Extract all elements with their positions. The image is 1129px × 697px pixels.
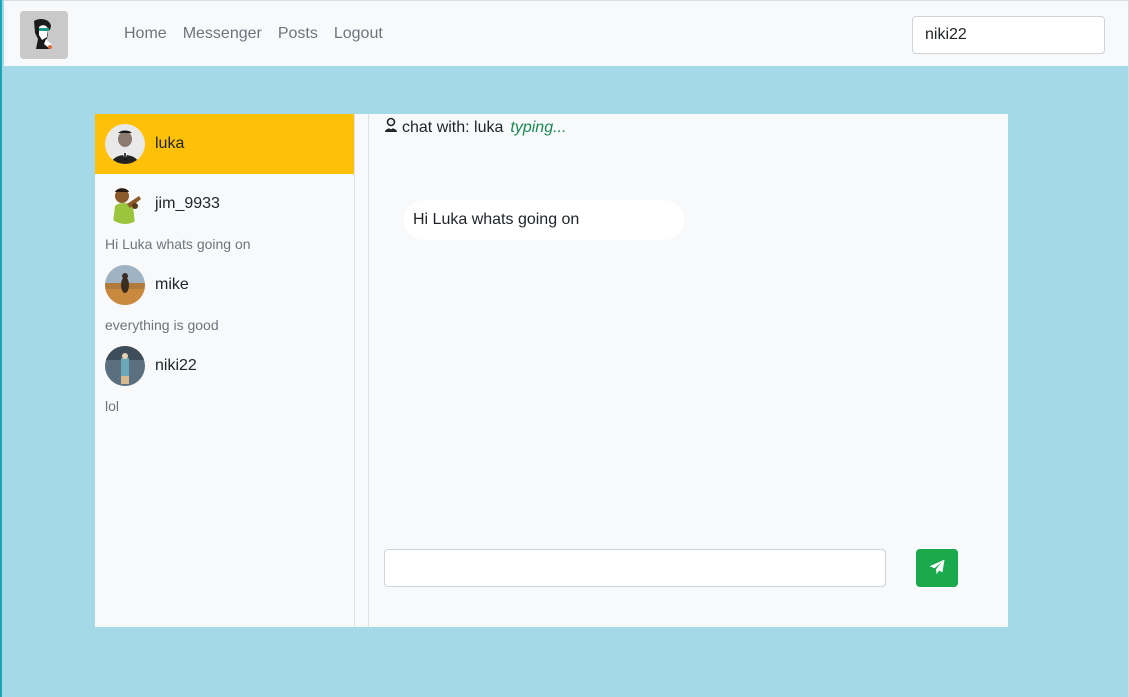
messenger-card: luka jim_9933 Hi Luka whats going on mik… [95,114,1008,627]
contact-item-niki22[interactable]: niki22 lol [95,336,354,417]
chat-title: chat with: luka [402,118,504,136]
contact-name: luka [155,135,185,152]
current-user-field[interactable] [912,16,1105,54]
chat-panel: chat with: luka typing... Hi Luka whats … [369,114,1008,627]
contact-name: niki22 [155,357,197,374]
contact-last-message: Hi Luka whats going on [105,236,251,252]
avatar-niki22 [105,346,145,386]
avatar-luka [105,124,145,164]
user-icon [383,117,399,138]
navbar: Home Messenger Posts Logout [4,0,1128,66]
message-input[interactable] [384,549,886,587]
message-bubble: Hi Luka whats going on [404,200,684,240]
nav-posts-link[interactable]: Posts [278,25,318,43]
message-text: Hi Luka whats going on [413,211,580,228]
sidebar-divider [355,114,369,627]
send-button[interactable] [916,549,958,587]
contact-name: jim_9933 [155,195,220,212]
typing-indicator: typing... [510,118,567,136]
contact-item-mike[interactable]: mike everything is good [95,255,354,336]
avatar-jim_9933 [105,184,145,224]
nav-home-link[interactable]: Home [124,25,167,43]
contact-last-message: lol [105,398,120,414]
nav-messenger-link[interactable]: Messenger [183,25,262,43]
contacts-sidebar: luka jim_9933 Hi Luka whats going on mik… [95,114,355,627]
browser-frame: Home Messenger Posts Logout niki22 luka … [0,0,1129,697]
paper-plane-icon [929,559,945,578]
contact-last-message: everything is good [105,317,219,333]
contact-name: mike [155,276,189,293]
contact-item-luka[interactable]: luka [95,114,354,174]
brand-logo[interactable] [20,11,68,59]
nav-links: Home Messenger Posts Logout [124,1,383,67]
avatar-mike [105,265,145,305]
nav-logout-link[interactable]: Logout [334,25,383,43]
contact-item-jim_9933[interactable]: jim_9933 Hi Luka whats going on [95,174,354,255]
chat-header: chat with: luka typing... [383,117,566,138]
